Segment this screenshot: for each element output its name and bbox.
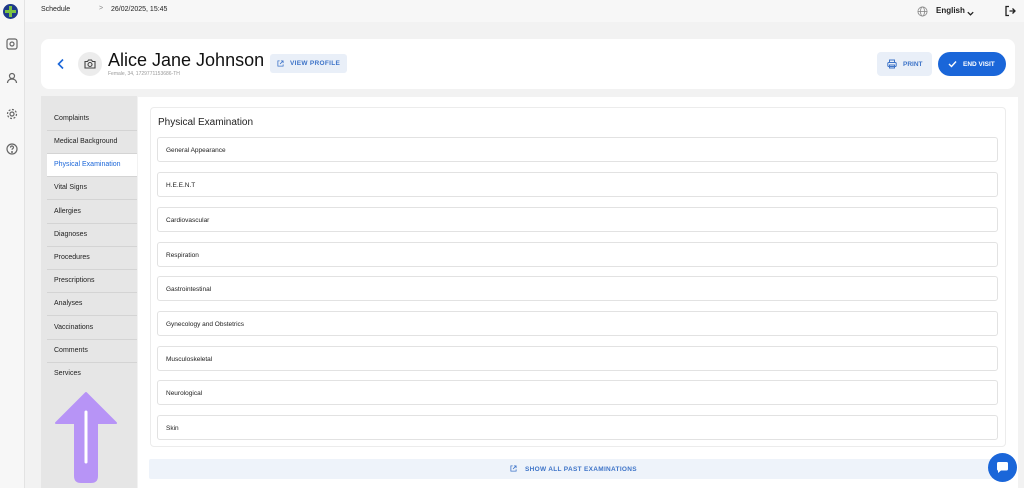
exam-row-gynecology-obstetrics[interactable]: Gynecology and Obstetrics: [157, 311, 998, 336]
exam-row-heent[interactable]: H.E.E.N.T: [157, 172, 998, 197]
printer-icon: [887, 59, 897, 69]
nav-item-procedures[interactable]: Procedures: [47, 247, 137, 270]
logout-icon[interactable]: [1004, 4, 1016, 17]
camera-icon: [84, 59, 96, 69]
external-link-icon: [277, 60, 284, 67]
exam-row-general-appearance[interactable]: General Appearance: [157, 137, 998, 162]
user-icon[interactable]: [6, 72, 18, 84]
exam-row-respiration[interactable]: Respiration: [157, 242, 998, 267]
show-past-label: SHOW ALL PAST EXAMINATIONS: [525, 466, 637, 473]
exam-row-musculoskeletal[interactable]: Musculoskeletal: [157, 346, 998, 371]
help-icon[interactable]: [6, 143, 18, 155]
nav-item-analyses[interactable]: Analyses: [47, 293, 137, 316]
view-profile-label: VIEW PROFILE: [290, 60, 341, 67]
nav-item-complaints[interactable]: Complaints: [47, 108, 137, 131]
nav-item-services[interactable]: Services: [47, 363, 137, 386]
back-arrow-icon[interactable]: [55, 57, 67, 70]
external-link-icon: [510, 465, 517, 472]
nav-item-medical-background[interactable]: Medical Background: [47, 131, 137, 154]
physical-examination-panel: Physical Examination General Appearance …: [138, 97, 1018, 488]
nav-item-prescriptions[interactable]: Prescriptions: [47, 270, 137, 293]
breadcrumb-schedule[interactable]: Schedule: [41, 6, 70, 13]
section-title: Physical Examination: [158, 117, 254, 128]
exam-sections-box: Physical Examination General Appearance …: [150, 107, 1006, 447]
nav-item-allergies[interactable]: Allergies: [47, 201, 137, 224]
nav-item-vaccinations[interactable]: Vaccinations: [47, 317, 137, 340]
nav-item-vital-signs[interactable]: Vital Signs: [47, 177, 137, 200]
patient-meta: Female, 34, 1729771153686-TH: [108, 71, 180, 77]
breadcrumb-datetime: 26/02/2025, 15:45: [111, 6, 168, 13]
globe-icon[interactable]: [917, 4, 928, 17]
language-select[interactable]: English: [936, 6, 965, 15]
print-label: PRINT: [903, 61, 923, 68]
print-button[interactable]: PRINT: [877, 52, 932, 76]
chat-button[interactable]: [988, 453, 1017, 482]
exam-row-neurological[interactable]: Neurological: [157, 380, 998, 405]
left-rail: [0, 0, 25, 488]
end-visit-label: END VISIT: [963, 61, 995, 68]
checkmark-icon: [948, 61, 957, 68]
camera-button[interactable]: [78, 52, 102, 76]
breadcrumb-separator: >: [99, 5, 104, 12]
top-bar: Schedule > 26/02/2025, 15:45 English: [25, 0, 1024, 22]
exam-row-skin[interactable]: Skin: [157, 415, 998, 440]
visit-section-nav: Complaints Medical Background Physical E…: [41, 96, 137, 488]
chevron-down-icon[interactable]: [966, 5, 975, 16]
nav-item-physical-examination[interactable]: Physical Examination: [47, 154, 137, 177]
view-profile-button[interactable]: VIEW PROFILE: [270, 54, 347, 73]
settings-gear-icon[interactable]: [6, 108, 18, 120]
end-visit-button[interactable]: END VISIT: [938, 52, 1006, 76]
chat-bubble-icon: [997, 462, 1008, 473]
show-past-examinations-button[interactable]: SHOW ALL PAST EXAMINATIONS: [149, 459, 1005, 479]
exam-row-gastrointestinal[interactable]: Gastrointestinal: [157, 276, 998, 301]
exam-row-cardiovascular[interactable]: Cardiovascular: [157, 207, 998, 232]
patient-name: Alice Jane Johnson: [108, 50, 265, 70]
nav-item-comments[interactable]: Comments: [47, 340, 137, 363]
patient-header: Alice Jane Johnson Female, 34, 172977115…: [41, 39, 1015, 89]
nav-item-diagnoses[interactable]: Diagnoses: [47, 224, 137, 247]
annotation-up-arrow: [55, 392, 117, 483]
dashboard-icon[interactable]: [6, 38, 18, 50]
app-logo-icon[interactable]: [3, 4, 18, 19]
